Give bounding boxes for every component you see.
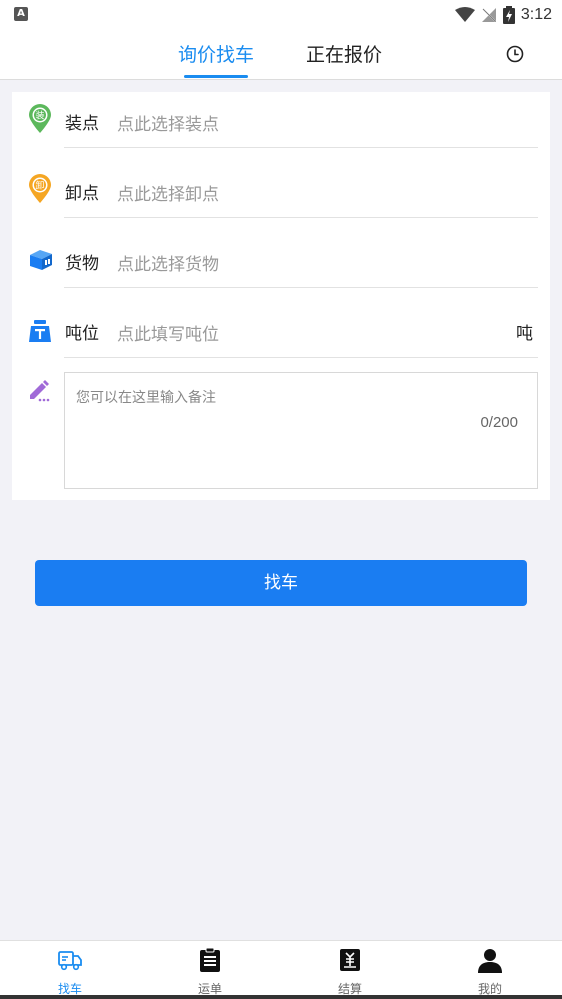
clipboard-icon <box>200 947 220 972</box>
order-form: 装 装点 点此选择装点 卸 卸点 点此选择卸点 货物 点此选择货物 吨位 点此填… <box>12 92 550 500</box>
note-textarea[interactable]: 您可以在这里输入备注 0/200 <box>64 372 538 489</box>
pencil-icon <box>30 380 50 402</box>
pin-icon: 装 <box>29 104 51 133</box>
tonnage-row[interactable]: 吨位 点此填写吨位 吨 <box>12 302 550 372</box>
notification-icon: A <box>14 7 28 21</box>
divider <box>64 147 538 148</box>
bottom-nav-bar: 找车 运单 结算 我的 <box>0 940 562 999</box>
signal-icon <box>481 8 496 22</box>
active-tab-indicator <box>184 75 248 78</box>
unloading-point-input[interactable]: 点此选择卸点 <box>117 180 219 205</box>
loading-badge-text: 装 <box>35 110 44 122</box>
loading-point-input[interactable]: 点此选择装点 <box>117 110 219 135</box>
unloading-point-row[interactable]: 卸 卸点 点此选择卸点 <box>12 162 550 232</box>
settlement-icon <box>340 949 360 971</box>
person-icon <box>478 949 502 973</box>
clock-icon[interactable] <box>504 43 526 65</box>
truck-icon <box>58 951 82 971</box>
unloading-point-label: 卸点 <box>65 184 99 204</box>
nav-item-find-truck[interactable]: 找车 <box>0 941 140 999</box>
divider <box>64 357 538 358</box>
weight-icon <box>29 320 51 342</box>
clock-time: 3:12 <box>520 6 552 23</box>
system-nav-edge <box>0 995 562 999</box>
loading-point-label: 装点 <box>65 114 99 134</box>
nav-item-waybill[interactable]: 运单 <box>140 941 280 999</box>
loading-point-row[interactable]: 装 装点 点此选择装点 <box>12 92 550 162</box>
cargo-row[interactable]: 货物 点此选择货物 <box>12 232 550 302</box>
box-icon <box>30 250 52 270</box>
top-tab-bar: 询价找车 正在报价 <box>0 30 562 80</box>
unloading-badge-text: 卸 <box>35 180 44 192</box>
note-char-counter: 0/200 <box>480 414 518 431</box>
tonnage-input[interactable]: 点此填写吨位 <box>117 320 219 345</box>
tonnage-unit: 吨 <box>516 324 533 344</box>
tonnage-label: 吨位 <box>65 324 99 344</box>
nav-item-mine[interactable]: 我的 <box>420 941 560 999</box>
status-icons: 3:12 <box>454 4 552 26</box>
tab-inquiry[interactable]: 询价找车 <box>178 42 254 68</box>
find-truck-button[interactable]: 找车 <box>35 560 527 606</box>
nav-item-settlement[interactable]: 结算 <box>280 941 420 999</box>
divider <box>64 217 538 218</box>
status-bar: A 3:12 <box>0 0 562 30</box>
note-placeholder: 您可以在这里输入备注 <box>76 390 216 406</box>
wifi-icon <box>454 7 475 22</box>
pin-icon: 卸 <box>29 174 51 203</box>
cargo-label: 货物 <box>65 254 99 274</box>
battery-icon <box>502 6 515 24</box>
cargo-input[interactable]: 点此选择货物 <box>117 250 219 275</box>
tab-quoting[interactable]: 正在报价 <box>306 42 382 68</box>
divider <box>64 287 538 288</box>
